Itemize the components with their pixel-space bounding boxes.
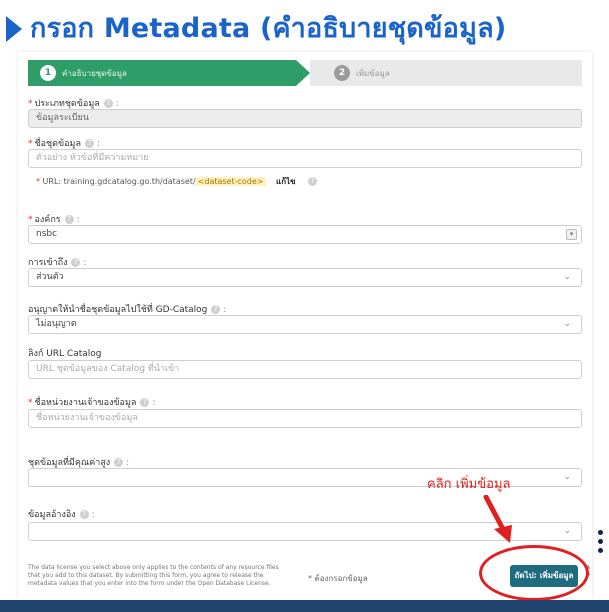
step-label: เพิ่มข้อมูล — [356, 69, 390, 78]
data-type-label: ข้อมูลอ้างอิง?: — [28, 510, 95, 520]
dropdown-toggle-icon[interactable]: ▾ — [566, 229, 577, 240]
chevron-down-icon: ⌄ — [563, 472, 571, 482]
annotation-arrow-icon — [483, 495, 512, 543]
agency-input[interactable]: ชื่อหน่วยงานเจ้าของข้อมูล — [28, 409, 582, 428]
chevron-down-icon: ⌄ — [563, 526, 571, 536]
catalog-url-label: ลิงก์ URL Catalog — [28, 349, 102, 359]
help-icon[interactable]: ? — [84, 139, 94, 148]
chevron-down-icon: ⌄ — [563, 272, 571, 282]
help-icon[interactable]: ? — [71, 258, 81, 267]
dataset-type-label: * ประเภทชุดข้อมูล?: — [28, 99, 119, 109]
more-options-icon[interactable] — [598, 530, 604, 557]
access-value: ส่วนตัว — [36, 272, 64, 282]
url-row: * URL: training.gdcatalog.go.th/dataset/… — [36, 175, 318, 188]
help-icon[interactable]: ? — [103, 99, 113, 108]
url-prefix: URL: training.gdcatalog.go.th/dataset/ — [42, 177, 196, 186]
step-number: 2 — [334, 65, 350, 81]
access-label: การเข้าถึง?: — [28, 258, 87, 268]
gd-catalog-label: อนุญาตให้นำชื่อชุดข้อมูลไปใช้ที่ GD-Cata… — [28, 305, 227, 315]
step-number: 1 — [40, 65, 56, 81]
agency-label: * ชื่อหน่วยงานเจ้าของข้อมูล?: — [28, 398, 156, 408]
step-label: คำอธิบายชุดข้อมูล — [62, 69, 127, 78]
stepper: 1 คำอธิบายชุดข้อมูล 2 เพิ่มข้อมูล — [28, 60, 582, 86]
dataset-name-label: * ชื่อชุดข้อมูล?: — [28, 139, 101, 149]
access-select[interactable]: ส่วนตัว ⌄ — [28, 268, 582, 287]
annotation-highlight-circle — [479, 545, 589, 601]
help-icon[interactable]: ? — [79, 510, 89, 519]
dataset-name-input[interactable]: ตัวอย่าง หัวข้อที่มีความหมาย — [28, 149, 582, 168]
dataset-type-field: ข้อมูลระเบียน — [28, 109, 582, 128]
annotation-label: คลิก เพิ่มข้อมูล — [427, 477, 511, 492]
help-icon[interactable]: ? — [308, 177, 318, 186]
step-arrow-icon — [296, 60, 310, 86]
chevron-down-icon: ⌄ — [563, 319, 571, 329]
help-icon[interactable]: ? — [114, 458, 124, 467]
step-add-data[interactable]: 2 เพิ่มข้อมูล — [310, 60, 582, 86]
dataset-name-placeholder: ตัวอย่าง หัวข้อที่มีความหมาย — [36, 153, 149, 163]
page-header: กรอก Metadata (คำอธิบายชุดข้อมูล) — [6, 6, 606, 52]
agency-placeholder: ชื่อหน่วยงานเจ้าของข้อมูล — [36, 413, 138, 423]
help-icon[interactable]: ? — [64, 215, 74, 224]
footer-bar — [0, 600, 609, 612]
edit-url-button[interactable]: แก้ไข — [276, 177, 296, 186]
url-slug: <dataset-code> — [195, 177, 266, 186]
organization-select[interactable]: nsbc ▾ — [28, 225, 582, 244]
organization-value: nsbc — [36, 229, 58, 239]
help-icon[interactable]: ? — [211, 305, 221, 314]
gd-catalog-select[interactable]: ไม่อนุญาต ⌄ — [28, 315, 582, 334]
catalog-url-placeholder: URL ชุดข้อมูลของ Catalog ที่นำเข้า — [36, 364, 180, 374]
license-note: The data license you select above only a… — [28, 564, 279, 587]
title-arrow-icon — [6, 16, 22, 42]
catalog-url-input[interactable]: URL ชุดข้อมูลของ Catalog ที่นำเข้า — [28, 360, 582, 379]
page-title: กรอก Metadata (คำอธิบายชุดข้อมูล) — [30, 13, 507, 44]
organization-label: * องค์กร?: — [28, 215, 80, 225]
help-icon[interactable]: ? — [140, 398, 150, 407]
gd-catalog-value: ไม่อนุญาต — [36, 319, 77, 329]
step-describe-dataset[interactable]: 1 คำอธิบายชุดข้อมูล — [28, 60, 296, 86]
required-note: * ต้องกรอกข้อมูล — [308, 574, 368, 583]
high-value-label: ชุดข้อมูลที่มีคุณค่าสูง?: — [28, 458, 130, 468]
